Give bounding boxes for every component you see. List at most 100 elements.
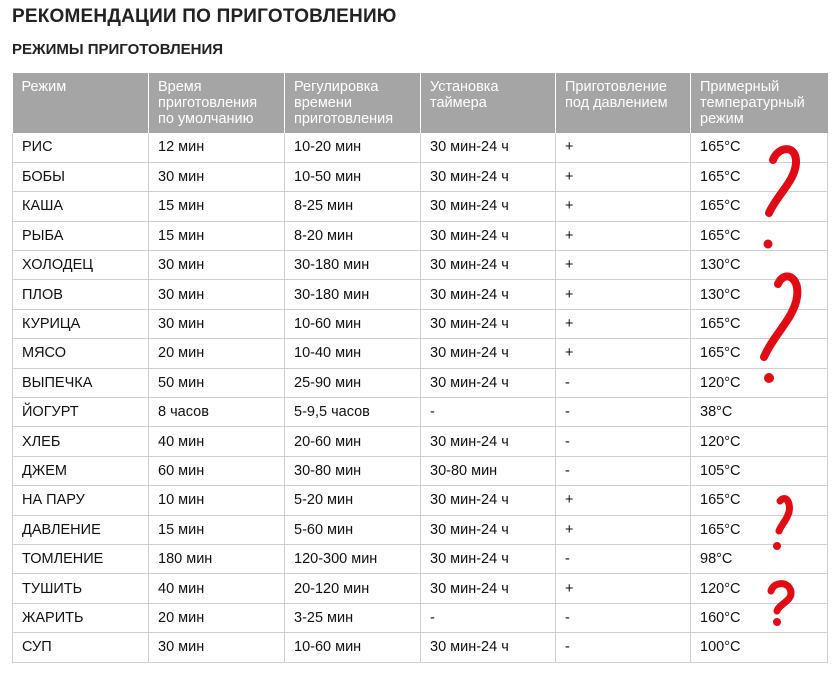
cell-time-adjustment: 8-25 мин [284,191,421,222]
cell-time-adjustment: 10-60 мин [284,632,421,663]
cell-timer: 30 мин-24 ч [420,573,556,604]
cell-temperature: 160°C [690,603,828,634]
cell-temperature: 120°C [690,368,828,399]
cell-timer: 30 мин-24 ч [420,485,556,516]
cell-pressure: - [555,368,691,399]
cell-temperature: 165°C [690,338,828,369]
cell-timer: 30 мин-24 ч [420,250,556,281]
table-row: ХЛЕБ 40 мин 20-60 мин 30 мин-24 ч -120°C [12,426,828,457]
table-row: МЯСО 20 мин 10-40 мин 30 мин-24 ч +165°C [12,338,828,369]
cell-timer: 30 мин-24 ч [420,191,556,222]
table-row: ДАВЛЕНИЕ 15 мин 5-60 мин 30 мин-24 ч +165°C [12,515,828,545]
cell-pressure: + [555,221,691,252]
cooking-modes-table: Режим Время приготовления по умолчанию Р… [12,73,828,663]
cell-mode: РЫБА [12,221,149,252]
cell-temperature: 165°C [690,162,828,193]
cell-mode: МЯСО [12,338,149,369]
cell-timer: 30 мин-24 ч [420,632,556,663]
cell-pressure: + [555,279,691,310]
cell-time-adjustment: 20-120 мин [284,573,421,604]
cell-pressure: + [555,515,691,545]
cell-temperature: 165°C [690,485,828,516]
cell-timer: 30 мин-24 ч [420,515,556,545]
cell-pressure: + [555,309,691,340]
table-row: ХОЛОДЕЦ 30 мин 30-180 мин 30 мин-24 ч +130°C [12,250,828,281]
page-title: РЕКОМЕНДАЦИИ ПО ПРИГОТОВЛЕНИЮ [12,6,397,27]
cell-time-adjustment: 10-40 мин [284,338,421,369]
cell-default-time: 12 мин [148,133,285,163]
cell-time-adjustment: 20-60 мин [284,426,421,457]
cell-default-time: 180 мин [148,544,285,575]
table-row: РЫБА 15 мин 8-20 мин 30 мин-24 ч +165°C [12,221,828,252]
cell-pressure: - [555,632,691,663]
cell-default-time: 50 мин [148,368,285,399]
cell-default-time: 30 мин [148,632,285,663]
cell-default-time: 60 мин [148,456,285,487]
cell-temperature: 165°C [690,191,828,222]
table-body: РИС 12 мин 10-20 мин 30 мин-24 ч +165°C БОБЫ 3… [12,133,828,663]
column-header-default-time: Время приготовления по умолчанию [148,73,285,133]
cell-default-time: 40 мин [148,426,285,457]
cell-time-adjustment: 3-25 мин [284,603,421,634]
table-row: ЙОГУРТ 8 часов 5-9,5 часов - -38°C [12,397,828,428]
cell-default-time: 20 мин [148,603,285,634]
table-row: СУП 30 мин 10-60 мин 30 мин-24 ч -100°C [12,632,828,663]
cell-pressure: + [555,133,691,163]
cell-time-adjustment: 5-9,5 часов [284,397,421,428]
column-header-timer: Установка таймера [420,73,556,133]
cell-default-time: 15 мин [148,515,285,545]
header-row: Режим Время приготовления по умолчанию Р… [12,73,828,133]
cell-timer: 30 мин-24 ч [420,426,556,457]
cell-mode: ЖАРИТЬ [12,603,149,634]
cell-pressure: - [555,426,691,457]
cell-pressure: - [555,603,691,634]
cell-default-time: 40 мин [148,573,285,604]
cell-temperature: 130°C [690,250,828,281]
column-header-mode: Режим [12,73,149,133]
cell-mode: НА ПАРУ [12,485,149,516]
column-header-time-adjustment: Регулировка времени приготовления [284,73,421,133]
cell-timer: 30-80 мин [420,456,556,487]
cell-time-adjustment: 10-50 мин [284,162,421,193]
cell-timer: 30 мин-24 ч [420,279,556,310]
cell-time-adjustment: 30-180 мин [284,250,421,281]
cell-default-time: 20 мин [148,338,285,369]
column-header-pressure: Приготовление под давлением [555,73,691,133]
cell-mode: БОБЫ [12,162,149,193]
cell-default-time: 30 мин [148,250,285,281]
cell-temperature: 38°C [690,397,828,428]
cell-pressure: - [555,456,691,487]
cell-mode: КАША [12,191,149,222]
cell-mode: ПЛОВ [12,279,149,310]
table-row: ПЛОВ 30 мин 30-180 мин 30 мин-24 ч +130°C [12,279,828,310]
table-row: НА ПАРУ 10 мин 5-20 мин 30 мин-24 ч +165°C [12,485,828,516]
table-row: ВЫПЕЧКА 50 мин 25-90 мин 30 мин-24 ч -120°C [12,368,828,399]
cell-timer: 30 мин-24 ч [420,368,556,399]
cell-timer: 30 мин-24 ч [420,133,556,163]
table-header: Режим Время приготовления по умолчанию Р… [12,73,828,133]
cell-time-adjustment: 30-180 мин [284,279,421,310]
cell-default-time: 30 мин [148,162,285,193]
cell-mode: ДАВЛЕНИЕ [12,515,149,545]
table-row: БОБЫ 30 мин 10-50 мин 30 мин-24 ч +165°C [12,162,828,193]
cell-time-adjustment: 5-60 мин [284,515,421,545]
cell-time-adjustment: 25-90 мин [284,368,421,399]
cell-pressure: + [555,162,691,193]
cell-pressure: + [555,573,691,604]
cell-mode: ЙОГУРТ [12,397,149,428]
table-row: ТОМЛЕНИЕ 180 мин 120-300 мин 30 мин-24 ч -98… [12,544,828,575]
cell-mode: ТОМЛЕНИЕ [12,544,149,575]
cell-time-adjustment: 10-20 мин [284,133,421,163]
cell-temperature: 120°C [690,426,828,457]
cell-timer: 30 мин-24 ч [420,162,556,193]
cell-default-time: 8 часов [148,397,285,428]
cell-mode: СУП [12,632,149,663]
cell-timer: 30 мин-24 ч [420,221,556,252]
cell-temperature: 165°C [690,309,828,340]
cell-timer: - [420,397,556,428]
cell-timer: 30 мин-24 ч [420,338,556,369]
cell-time-adjustment: 30-80 мин [284,456,421,487]
cell-pressure: + [555,250,691,281]
section-subtitle: РЕЖИМЫ ПРИГОТОВЛЕНИЯ [12,41,224,58]
cell-timer: - [420,603,556,634]
